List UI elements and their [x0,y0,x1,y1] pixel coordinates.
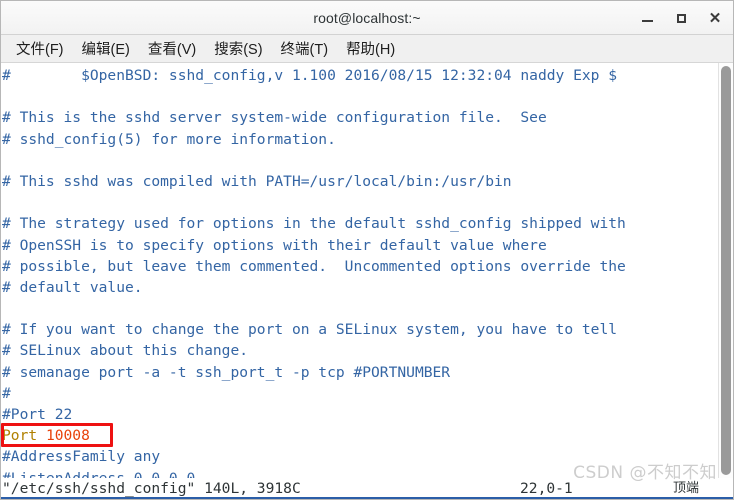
editor-line: # [2,384,11,402]
close-icon: ✕ [708,9,722,27]
window-title: root@localhost:~ [313,9,421,26]
menu-item-terminal[interactable]: 终端(T) [272,36,338,61]
status-scroll-state: 顶端 [673,481,700,496]
minimize-icon [641,20,653,22]
editor-line: # This sshd was compiled with PATH=/usr/… [2,172,512,190]
status-file-info: "/etc/ssh/sshd_config" 140L, 3918C [2,480,301,497]
editor-line: #Port 22 [2,406,73,423]
editor-line: # default value. [2,278,143,296]
terminal-window: root@localhost:~ ✕ 文件(F) 编辑(E) 查看(V) 搜索(… [0,0,734,500]
vertical-scrollbar[interactable] [718,63,733,478]
editor-line: # semanage port -a -t ssh_port_t -p tcp … [2,363,451,381]
editor-line: # $OpenBSD: sshd_config,v 1.100 2016/08/… [2,67,618,84]
status-cursor-pos: 22,0-1 [520,480,573,497]
maximize-icon [676,13,686,23]
editor-line: # This is the sshd server system-wide co… [2,109,547,127]
editor-line: # The strategy used for options in the d… [2,215,626,233]
editor-line: # sshd_config(5) for more information. [2,130,336,148]
menu-item-help[interactable]: 帮助(H) [337,36,404,61]
menu-item-edit[interactable]: 编辑(E) [73,36,139,61]
config-value: 10008 [45,427,90,445]
editor-text-area[interactable]: # $OpenBSD: sshd_config,v 1.100 2016/08/… [1,63,718,478]
menu-item-search[interactable]: 搜索(S) [205,36,271,61]
editor-status-line: "/etc/ssh/sshd_config" 140L, 3918C 22,0-… [1,478,733,499]
title-bar: root@localhost:~ ✕ [1,1,733,35]
config-keyword: Port [2,427,38,445]
minimize-button[interactable] [637,8,657,28]
menu-bar: 文件(F) 编辑(E) 查看(V) 搜索(S) 终端(T) 帮助(H) [1,35,733,63]
editor-line: # If you want to change the port on a SE… [2,321,618,339]
close-button[interactable]: ✕ [705,8,725,28]
maximize-button[interactable] [671,8,691,28]
terminal-body: # $OpenBSD: sshd_config,v 1.100 2016/08/… [1,63,733,478]
scrollbar-thumb[interactable] [721,66,731,475]
menu-item-view[interactable]: 查看(V) [139,36,205,61]
editor-line: Port 10008 [2,425,718,446]
editor-line: # OpenSSH is to specify options with the… [2,236,547,254]
editor-line: #AddressFamily any [2,448,161,466]
editor-line: #ListenAddress 0.0.0.0 [2,468,718,478]
menu-item-file[interactable]: 文件(F) [7,36,73,61]
editor-line: # SELinux about this change. [2,342,249,360]
editor-line: # possible, but leave them commented. Un… [2,257,626,275]
window-controls: ✕ [637,1,725,35]
